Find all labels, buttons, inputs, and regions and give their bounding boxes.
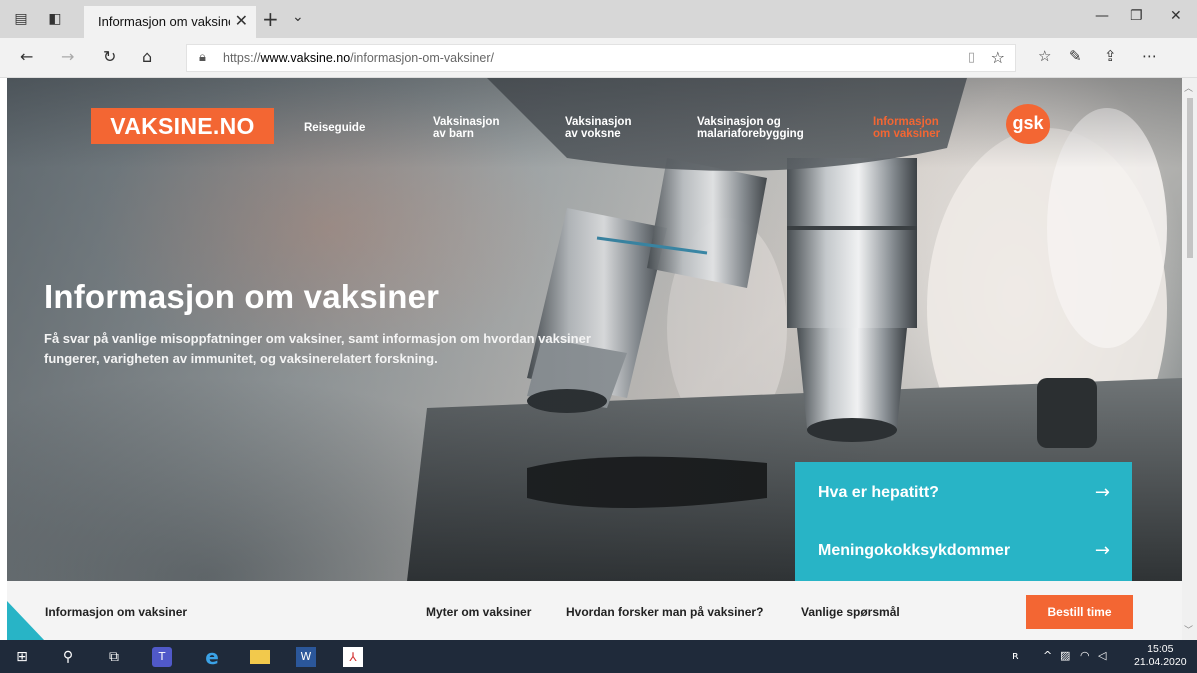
- nav-label: Vaksinasjon: [565, 116, 632, 128]
- address-toolbar: ← → ↻ ⌂ 🔒︎ https://www.vaksine.no/inform…: [0, 38, 1197, 78]
- hepatitt-link[interactable]: Hva er hepatitt?: [818, 484, 939, 502]
- acrobat-icon[interactable]: ⅄: [343, 647, 363, 667]
- nav-vaksinasjon-voksne[interactable]: Vaksinasjon av voksne: [565, 116, 631, 140]
- nav-label: malariaforebygging: [697, 128, 804, 140]
- back-icon[interactable]: ←: [20, 47, 33, 66]
- refresh-icon[interactable]: ↻: [103, 47, 116, 66]
- clock-time: 15:05: [1147, 643, 1174, 655]
- nav-reiseguide[interactable]: Reiseguide: [304, 122, 365, 134]
- nav-informasjon-vaksiner[interactable]: Informasjon om vaksiner: [873, 116, 940, 140]
- edge-icon[interactable]: e: [202, 647, 222, 667]
- pen-icon[interactable]: ✎: [1069, 47, 1082, 65]
- nav-label: Vaksinasjon: [433, 116, 500, 128]
- browser-window: ▤ ◧ Informasjon om vaksine ✕ + ⌄ — ❐ ✕ ←…: [0, 0, 1197, 673]
- file-explorer-icon[interactable]: [250, 650, 270, 664]
- nav-label: av barn: [433, 128, 474, 140]
- subnav-link-sporsmal[interactable]: Vanlige spørsmål: [801, 605, 900, 619]
- scroll-up-icon[interactable]: ︿: [1184, 81, 1193, 94]
- windows-start-icon[interactable]: ⊞: [12, 647, 32, 667]
- minimize-icon[interactable]: —: [1095, 8, 1109, 24]
- tab-title: Informasjon om vaksine: [98, 14, 230, 29]
- show-tabs-aside-icon[interactable]: ◧: [44, 8, 66, 30]
- subnav-title[interactable]: Informasjon om vaksiner: [45, 605, 187, 619]
- nav-label: av voksne: [565, 128, 621, 140]
- tab-bar: ▤ ◧ Informasjon om vaksine ✕ + ⌄ — ❐ ✕: [0, 0, 1197, 38]
- clock-date: 21.04.2020: [1134, 656, 1187, 668]
- reading-view-icon[interactable]: ▯: [968, 50, 975, 65]
- word-icon[interactable]: W: [296, 647, 316, 667]
- meningokokk-link[interactable]: Meningokokksykdommer: [818, 542, 1010, 560]
- subnav-link-forsker[interactable]: Hvordan forsker man på vaksiner?: [566, 605, 763, 619]
- people-icon[interactable]: ʀ: [1012, 649, 1019, 662]
- subnav-link-myter[interactable]: Myter om vaksiner: [426, 605, 531, 619]
- close-window-icon[interactable]: ✕: [1170, 8, 1182, 24]
- gsk-logo[interactable]: gsk: [1006, 104, 1050, 144]
- set-aside-tabs-icon[interactable]: ▤: [10, 8, 32, 30]
- hero-subtitle: Få svar på vanlige misoppfatninger om va…: [44, 331, 591, 366]
- new-tab-icon[interactable]: +: [262, 7, 279, 31]
- nav-label: Reiseguide: [304, 122, 366, 134]
- tab-preview-chevron-icon[interactable]: ⌄: [292, 9, 304, 25]
- share-icon[interactable]: ⇪: [1104, 47, 1117, 65]
- nav-label: Informasjon: [873, 116, 939, 128]
- task-view-icon[interactable]: ⧉: [104, 647, 124, 667]
- arrow-right-icon[interactable]: →: [1095, 482, 1110, 503]
- show-hidden-icons-chevron[interactable]: ^: [1043, 649, 1052, 662]
- nav-vaksinasjon-barn[interactable]: Vaksinasjon av barn: [433, 116, 499, 140]
- scroll-thumb[interactable]: [1187, 98, 1193, 258]
- volume-icon[interactable]: ◁: [1098, 649, 1106, 662]
- network-icon[interactable]: ▨: [1060, 649, 1070, 662]
- arrow-right-icon[interactable]: →: [1095, 540, 1110, 561]
- url-text[interactable]: https://www.vaksine.no/informasjon-om-va…: [223, 51, 494, 65]
- teams-icon[interactable]: T: [152, 647, 172, 667]
- favorite-star-icon[interactable]: ☆: [991, 48, 1005, 67]
- address-bar[interactable]: 🔒︎ https://www.vaksine.no/informasjon-om…: [186, 44, 1016, 72]
- page-viewport: VAKSINE.NO Reiseguide Vaksinasjon av bar…: [7, 78, 1182, 640]
- close-tab-icon[interactable]: ✕: [235, 11, 248, 30]
- scroll-down-icon[interactable]: ﹀: [1184, 623, 1193, 636]
- system-clock[interactable]: 15:05 21.04.2020: [1134, 643, 1187, 669]
- lock-icon: 🔒︎: [199, 50, 206, 65]
- site-logo[interactable]: VAKSINE.NO: [91, 108, 274, 144]
- wifi-icon[interactable]: ◠: [1080, 649, 1090, 662]
- home-icon[interactable]: ⌂: [142, 47, 152, 66]
- section-subnav: Informasjon om vaksiner Myter om vaksine…: [7, 581, 1182, 640]
- windows-taskbar: ⊞ ⚲ ⧉ T e W ⅄ ʀ ^ ▨ ◠ ◁ 15:05 21.04.2020: [0, 640, 1197, 673]
- page-title: Informasjon om vaksiner: [44, 278, 440, 315]
- restore-icon[interactable]: ❐: [1130, 8, 1143, 24]
- nav-label: Vaksinasjon og: [697, 116, 781, 128]
- page-scrollbar[interactable]: ︿ ﹀: [1182, 78, 1197, 640]
- nav-vaksinasjon-malaria[interactable]: Vaksinasjon og malariaforebygging: [697, 116, 804, 140]
- nav-label: om vaksiner: [873, 128, 941, 140]
- browser-tab[interactable]: Informasjon om vaksine ✕: [84, 6, 256, 38]
- book-appointment-button[interactable]: Bestill time: [1026, 595, 1133, 629]
- favorites-icon[interactable]: ☆: [1038, 47, 1051, 65]
- search-icon[interactable]: ⚲: [58, 647, 78, 667]
- more-icon[interactable]: ⋯: [1142, 47, 1157, 65]
- forward-icon[interactable]: →: [61, 47, 74, 66]
- topic-links-card: Hva er hepatitt? → Meningokokksykdommer …: [795, 462, 1132, 581]
- decorative-triangle: [7, 601, 45, 640]
